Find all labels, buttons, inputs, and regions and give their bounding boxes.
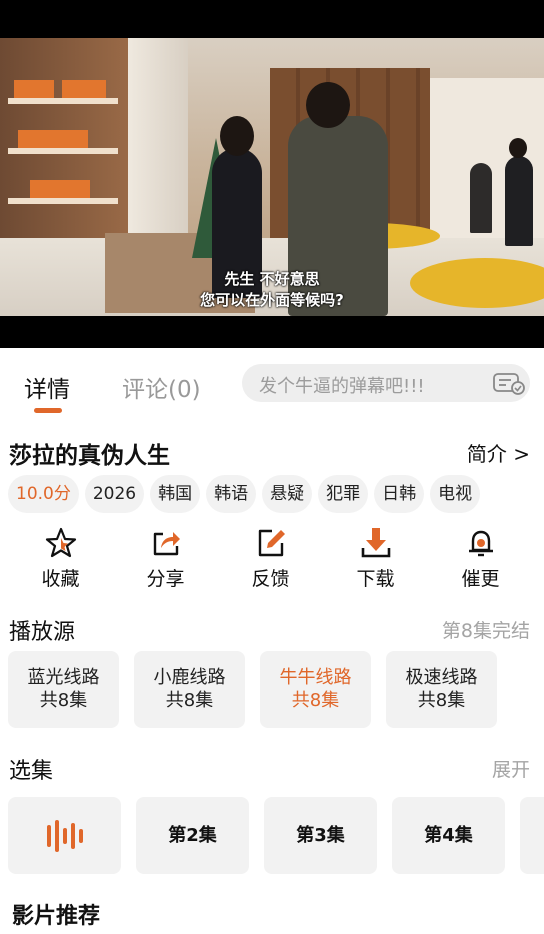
- episode-2[interactable]: 第2集: [136, 797, 249, 874]
- detail-tabs: 详情 评论(0) 发个牛逼的弹幕吧!!!: [0, 352, 544, 414]
- source-list: 蓝光线路 共8集 小鹿线路 共8集 牛牛线路 共8集 极速线路 共8集: [8, 651, 497, 728]
- remind-update-button[interactable]: 催更: [428, 526, 533, 596]
- source-count: 共8集: [165, 690, 214, 711]
- sources-status: 第8集完结: [441, 620, 530, 642]
- share-label: 分享: [146, 568, 185, 590]
- episodes-title: 选集: [9, 759, 54, 784]
- show-title: 莎拉的真伪人生: [9, 443, 170, 469]
- favorite-label: 收藏: [41, 568, 80, 590]
- genre-tag-crime[interactable]: 犯罪: [318, 475, 369, 513]
- episode-4[interactable]: 第4集: [392, 797, 505, 874]
- danmaku-settings-icon[interactable]: [492, 371, 526, 395]
- expand-episodes-button[interactable]: 展开: [492, 755, 530, 782]
- download-icon: [361, 528, 390, 558]
- tab-active-indicator: [34, 408, 62, 413]
- intro-link[interactable]: 简介 >: [467, 438, 530, 467]
- source-bluray[interactable]: 蓝光线路 共8集: [8, 651, 119, 728]
- download-button[interactable]: 下载: [323, 526, 428, 596]
- genre-tag-suspense[interactable]: 悬疑: [262, 475, 313, 513]
- source-niuniu[interactable]: 牛牛线路 共8集: [260, 651, 371, 728]
- source-name: 蓝光线路: [27, 667, 100, 688]
- favorite-button[interactable]: 收藏: [8, 526, 113, 596]
- share-icon: [153, 532, 180, 556]
- danmaku-input[interactable]: 发个牛逼的弹幕吧!!!: [242, 364, 530, 402]
- source-count: 共8集: [417, 690, 466, 711]
- tag-list: 10.0分 2026 韩国 韩语 悬疑 犯罪 日韩 电视: [8, 475, 481, 513]
- edit-icon: [258, 529, 285, 557]
- sources-title: 播放源: [9, 620, 76, 645]
- source-name: 牛牛线路: [279, 667, 352, 688]
- tab-details[interactable]: 详情: [24, 370, 70, 404]
- action-bar: 收藏 分享 反馈 下载 催更: [8, 526, 536, 596]
- download-label: 下载: [356, 568, 395, 590]
- source-name: 极速线路: [405, 667, 478, 688]
- bell-icon: [468, 530, 493, 557]
- feedback-label: 反馈: [251, 568, 290, 590]
- source-jisu[interactable]: 极速线路 共8集: [386, 651, 497, 728]
- language-tag[interactable]: 韩语: [206, 475, 257, 513]
- subtitle-line-2: 您可以在外面等候吗?: [200, 291, 344, 309]
- episode-next-partial[interactable]: [520, 797, 544, 874]
- rating-tag: 10.0分: [8, 475, 79, 513]
- source-xiaolu[interactable]: 小鹿线路 共8集: [134, 651, 245, 728]
- episode-list: 第2集 第3集 第4集: [8, 797, 544, 874]
- source-name: 小鹿线路: [153, 667, 226, 688]
- episode-3[interactable]: 第3集: [264, 797, 377, 874]
- star-icon: [45, 527, 76, 558]
- subtitle-line-1: 先生 不好意思: [224, 270, 320, 288]
- recommend-title: 影片推荐: [12, 904, 101, 929]
- now-playing-icon: [46, 820, 83, 852]
- share-button[interactable]: 分享: [113, 526, 218, 596]
- danmaku-placeholder: 发个牛逼的弹幕吧!!!: [259, 376, 425, 397]
- remind-update-label: 催更: [461, 568, 500, 590]
- episode-1-playing[interactable]: [8, 797, 121, 874]
- type-tag[interactable]: 电视: [430, 475, 481, 513]
- video-player[interactable]: 先生 不好意思 您可以在外面等候吗?: [0, 0, 544, 348]
- year-tag[interactable]: 2026: [84, 475, 145, 513]
- region-tag[interactable]: 韩国: [150, 475, 201, 513]
- tab-comments[interactable]: 评论(0): [122, 370, 201, 404]
- source-count: 共8集: [39, 690, 88, 711]
- source-count: 共8集: [291, 690, 340, 711]
- category-tag[interactable]: 日韩: [374, 475, 425, 513]
- feedback-button[interactable]: 反馈: [218, 526, 323, 596]
